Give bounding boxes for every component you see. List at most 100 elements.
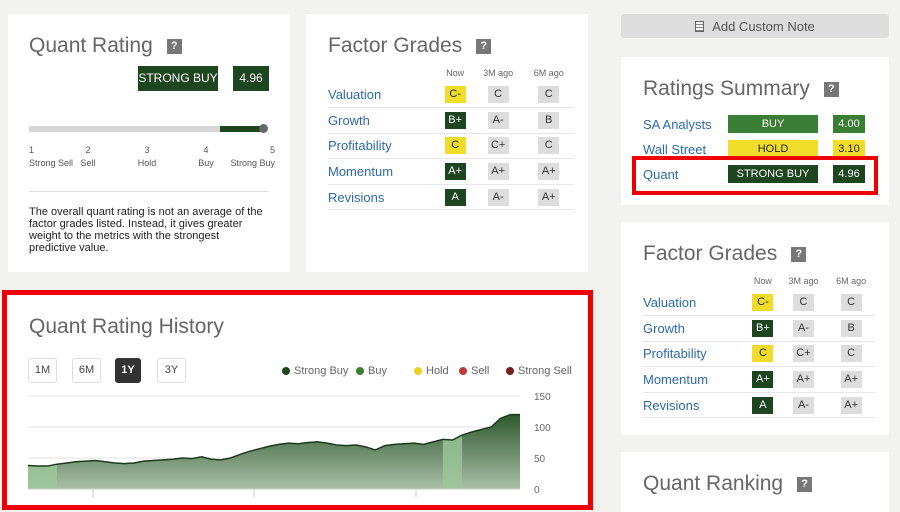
column-header: 6M ago (827, 276, 875, 290)
grade-badge: A (752, 397, 773, 414)
grade-badge: C (538, 137, 559, 154)
help-icon[interactable]: ? (797, 477, 812, 492)
scale-step: 4Buy (176, 144, 236, 170)
factor-link[interactable]: Revisions (328, 190, 384, 205)
card-title: Factor Grades (328, 34, 462, 58)
grade-badge: C+ (793, 345, 814, 362)
scale-step: 2Sell (58, 144, 118, 170)
factor-grades-card: Factor Grades? Now3M ago6M ago Valuation C… (306, 14, 588, 272)
scale-label: Buy (176, 157, 236, 170)
factor-link[interactable]: Profitability (643, 346, 707, 361)
factor-link[interactable]: Growth (328, 113, 370, 128)
help-icon[interactable]: ? (167, 39, 182, 54)
grade-badge: A+ (538, 163, 559, 180)
factor-row: Profitability C C+ C (328, 133, 574, 159)
factor-row: Valuation C- C C (328, 82, 574, 108)
buy-period-band (28, 464, 57, 489)
help-icon[interactable]: ? (824, 82, 839, 97)
column-header: Now (438, 68, 473, 82)
grade-badge: A- (488, 189, 509, 206)
column-header: 6M ago (523, 68, 574, 82)
factor-link[interactable]: Momentum (328, 164, 393, 179)
rating-source-link[interactable]: SA Analysts (643, 117, 712, 132)
grade-badge: A+ (538, 189, 559, 206)
rating-slider-fill (220, 126, 262, 132)
factor-grades-table: Now3M ago6M agoValuationC-CCGrowthB+A-BP… (328, 68, 574, 210)
y-tick-label: 150 (534, 392, 551, 403)
factor-link[interactable]: Valuation (328, 87, 381, 102)
y-tick-label: 0 (534, 485, 540, 496)
scale-step: 5Strong Buy (230, 144, 275, 170)
grade-badge: A- (488, 112, 509, 129)
factor-row: Revisions A A- A+ (328, 184, 574, 210)
factor-link[interactable]: Valuation (643, 295, 696, 310)
rating-badge: BUY (728, 115, 818, 133)
score-badge: 4.00 (833, 115, 865, 133)
history-chart: 150 100 50 0 (2, 290, 593, 510)
help-icon[interactable]: ? (476, 39, 491, 54)
scale-number: 2 (58, 144, 118, 157)
grade-badge: A+ (793, 371, 814, 388)
grade-badge: C (538, 86, 559, 103)
quant-highlight-box (632, 156, 878, 195)
factor-link[interactable]: Growth (643, 321, 685, 336)
factor-row: Revisions A A- A+ (643, 392, 875, 418)
add-custom-note-button[interactable]: Add Custom Note (621, 14, 889, 38)
scale-label: Strong Buy (230, 157, 275, 170)
grade-badge: C (752, 345, 773, 362)
column-header: 3M ago (780, 276, 828, 290)
quant-ranking-card: Quant Ranking? (621, 452, 889, 512)
scale-number: 5 (230, 144, 275, 157)
factor-row: GrowthB+A-B (328, 108, 574, 134)
grade-badge: A- (793, 397, 814, 414)
scale-number: 4 (176, 144, 236, 157)
scale-label: Hold (117, 157, 177, 170)
card-title: Quant Ranking (643, 472, 783, 496)
grade-badge: B (841, 320, 862, 337)
grade-badge: C- (752, 294, 773, 311)
grade-badge: C (488, 86, 509, 103)
grade-badge: A+ (752, 371, 773, 388)
grade-badge: A (445, 189, 466, 206)
grade-badge: A+ (841, 397, 862, 414)
grade-badge: C+ (488, 137, 509, 154)
grade-badge: C (841, 345, 862, 362)
factor-row: Profitability C C+ C (643, 341, 875, 367)
factor-row: Momentum A+ A+ A+ (328, 159, 574, 185)
factor-link[interactable]: Revisions (643, 398, 699, 413)
quant-rating-card: Quant Rating? STRONG BUY 4.96 1Strong Se… (8, 14, 290, 272)
grade-badge: C- (445, 86, 466, 103)
grade-badge: C (793, 294, 814, 311)
factor-grades-table: Now3M ago6M agoValuationC-CCGrowthB+A-BP… (643, 276, 875, 418)
buy-period-band (443, 435, 462, 489)
score-badge: 4.96 (233, 66, 269, 91)
help-icon[interactable]: ? (791, 247, 806, 262)
factor-row: Momentum A+ A+ A+ (643, 367, 875, 393)
grade-badge: A+ (841, 371, 862, 388)
scale-step: 3Hold (117, 144, 177, 170)
card-title: Factor Grades (643, 242, 777, 266)
grade-badge: B+ (752, 320, 773, 337)
quant-note: The overall quant rating is not an avera… (29, 206, 269, 254)
rating-slider-knob (259, 124, 268, 133)
scale-number: 3 (117, 144, 177, 157)
y-tick-label: 50 (534, 454, 546, 465)
column-header: Now (746, 276, 779, 290)
column-header: 3M ago (473, 68, 524, 82)
factor-link[interactable]: Momentum (643, 372, 708, 387)
factor-row: Valuation C- C C (643, 290, 875, 316)
rating-badge: STRONG BUY (138, 66, 218, 91)
grade-badge: C (841, 294, 862, 311)
y-tick-label: 100 (534, 423, 551, 434)
rating-source-link[interactable]: Wall Street (643, 142, 706, 157)
divider (29, 191, 269, 192)
quant-rating-history-card: Quant Rating History 1M6M1Y3Y Strong Buy… (2, 290, 593, 510)
quant-rating-header: Quant Rating? (29, 34, 182, 58)
grade-badge: C (445, 137, 466, 154)
factor-link[interactable]: Profitability (328, 138, 392, 153)
grade-badge: B (538, 112, 559, 129)
grade-badge: A+ (488, 163, 509, 180)
grade-badge: A+ (445, 163, 466, 180)
grade-badge: A- (793, 320, 814, 337)
scale-label: Sell (58, 157, 118, 170)
